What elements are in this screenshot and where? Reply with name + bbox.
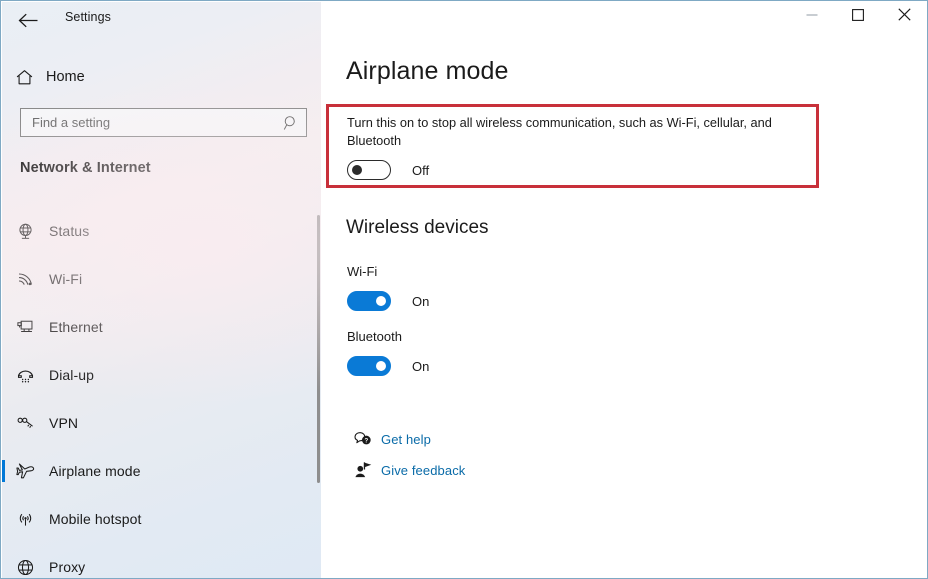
- page-title: Airplane mode: [346, 57, 509, 85]
- toggle-knob: [376, 361, 386, 371]
- search-icon[interactable]: [276, 115, 306, 131]
- sidebar-item-ethernet[interactable]: Ethernet: [2, 303, 321, 351]
- vpn-key-icon: [2, 414, 49, 433]
- sidebar-item-label: Wi-Fi: [49, 271, 83, 287]
- globe-status-icon: [2, 222, 49, 241]
- airplane-mode-toggle-state: Off: [412, 162, 430, 178]
- wifi-toggle-state: On: [412, 293, 430, 309]
- minimize-icon: [806, 8, 818, 26]
- search-input[interactable]: Find a setting: [20, 108, 307, 137]
- close-button[interactable]: [881, 1, 927, 32]
- back-arrow-icon: [18, 12, 39, 29]
- sidebar-nav-list: Status Wi-Fi Ethernet Dial-up VPN Airpla…: [2, 207, 321, 578]
- toggle-knob: [376, 296, 386, 306]
- sidebar-item-label: Airplane mode: [49, 463, 141, 479]
- help-bubble-icon: ?: [345, 430, 381, 448]
- wifi-toggle-row: On: [347, 291, 429, 311]
- sidebar-scrollbar[interactable]: [317, 215, 320, 483]
- title-bar: Settings: [1, 1, 927, 39]
- bluetooth-toggle-row: On: [347, 356, 429, 376]
- sidebar-item-airplane-mode[interactable]: Airplane mode: [2, 447, 321, 495]
- sidebar-item-label-home: Home: [46, 69, 85, 85]
- bluetooth-toggle[interactable]: [347, 356, 391, 376]
- maximize-button[interactable]: [835, 1, 881, 32]
- sidebar-item-proxy[interactable]: Proxy: [2, 543, 321, 578]
- airplane-mode-toggle-row: Off: [347, 160, 429, 180]
- sidebar-item-label: Proxy: [49, 559, 86, 575]
- wifi-icon: [2, 270, 49, 289]
- get-help-link[interactable]: ? Get help: [345, 430, 431, 448]
- close-icon: [897, 7, 911, 26]
- sidebar: Home Find a setting Network & Internet S…: [2, 2, 321, 578]
- dialup-phone-icon: [2, 366, 49, 385]
- get-help-label: Get help: [381, 431, 431, 447]
- feedback-person-icon: [345, 461, 381, 479]
- wifi-toggle[interactable]: [347, 291, 391, 311]
- sidebar-section-title: Network & Internet: [20, 160, 151, 176]
- sidebar-item-status[interactable]: Status: [2, 207, 321, 255]
- wifi-device-label: Wi-Fi: [347, 264, 378, 279]
- wireless-devices-heading: Wireless devices: [346, 217, 489, 238]
- globe-proxy-icon: [2, 558, 49, 577]
- app-title: Settings: [65, 10, 111, 24]
- settings-window: Settings Home Find a setting Network & I…: [0, 0, 928, 579]
- maximize-icon: [852, 8, 864, 26]
- bluetooth-toggle-state: On: [412, 358, 430, 374]
- ethernet-icon: [2, 318, 49, 337]
- sidebar-item-label: Ethernet: [49, 319, 103, 335]
- sidebar-item-vpn[interactable]: VPN: [2, 399, 321, 447]
- main-content: Airplane mode Turn this on to stop all w…: [321, 2, 927, 578]
- minimize-button[interactable]: [789, 1, 835, 32]
- svg-text:?: ?: [364, 439, 368, 445]
- sidebar-item-home[interactable]: Home: [2, 60, 321, 94]
- give-feedback-link[interactable]: Give feedback: [345, 461, 465, 479]
- bluetooth-device-label: Bluetooth: [347, 329, 402, 344]
- home-icon: [2, 68, 46, 87]
- give-feedback-label: Give feedback: [381, 462, 466, 478]
- sidebar-item-label: VPN: [49, 415, 79, 431]
- sidebar-item-dial-up[interactable]: Dial-up: [2, 351, 321, 399]
- sidebar-item-mobile-hotspot[interactable]: Mobile hotspot: [2, 495, 321, 543]
- search-placeholder: Find a setting: [32, 115, 111, 130]
- hotspot-icon: [2, 510, 49, 529]
- back-button[interactable]: [13, 5, 43, 35]
- sidebar-item-label: Mobile hotspot: [49, 511, 142, 527]
- sidebar-item-label: Status: [49, 223, 90, 239]
- selection-indicator: [2, 460, 5, 482]
- toggle-knob: [352, 165, 362, 175]
- airplane-mode-description: Turn this on to stop all wireless commun…: [347, 115, 772, 148]
- sidebar-item-label: Dial-up: [49, 367, 95, 383]
- airplane-icon: [2, 461, 49, 481]
- airplane-mode-toggle[interactable]: [347, 160, 391, 180]
- sidebar-item-wi-fi[interactable]: Wi-Fi: [2, 255, 321, 303]
